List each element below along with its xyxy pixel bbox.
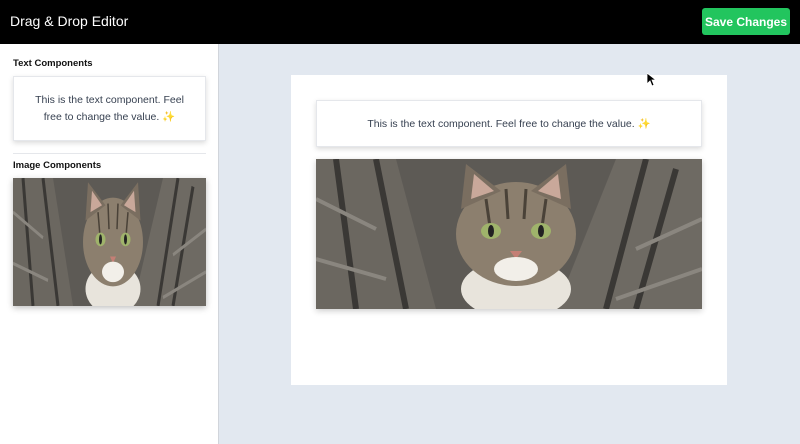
top-bar: Drag & Drop Editor Save Changes <box>0 0 800 44</box>
app-title: Drag & Drop Editor <box>10 13 129 29</box>
component-sidebar: Text Components This is the text compone… <box>0 44 219 444</box>
image-components-heading: Image Components <box>13 160 102 171</box>
mouse-cursor-icon <box>647 73 657 87</box>
image-component-draggable[interactable] <box>13 178 206 306</box>
cat-photo-icon <box>13 178 206 306</box>
editor-canvas[interactable]: This is the text component. Feel free to… <box>291 75 727 385</box>
divider <box>13 153 206 154</box>
save-changes-button[interactable]: Save Changes <box>702 8 790 35</box>
text-component-draggable[interactable]: This is the text component. Feel free to… <box>13 76 206 141</box>
text-components-heading: Text Components <box>13 58 93 69</box>
cat-photo-icon <box>316 159 702 309</box>
canvas-image-component[interactable] <box>316 159 702 309</box>
canvas-text-component[interactable]: This is the text component. Feel free to… <box>316 100 702 147</box>
